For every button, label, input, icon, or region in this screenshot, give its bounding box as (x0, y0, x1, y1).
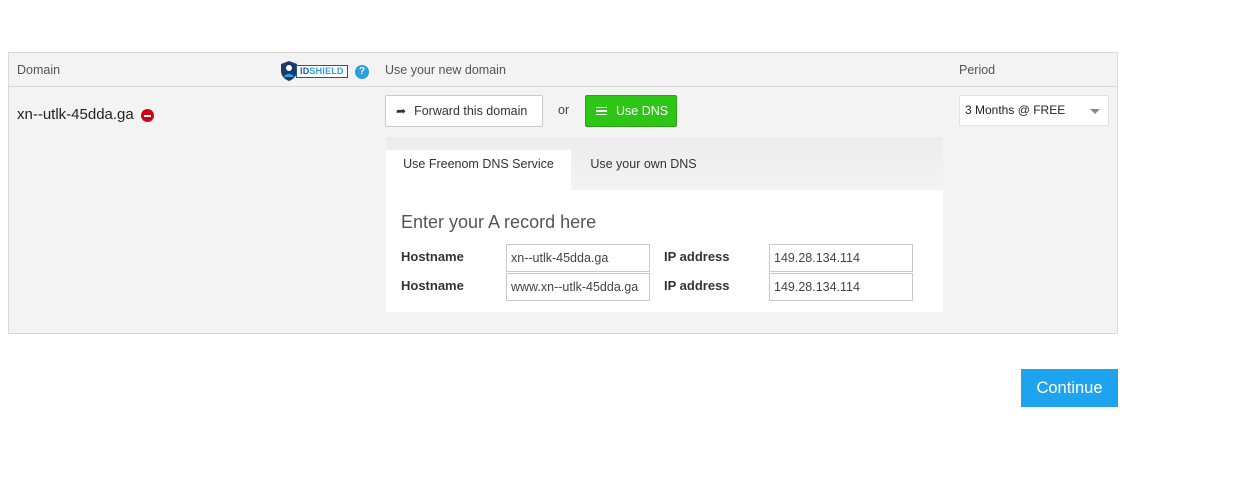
or-text: or (558, 103, 570, 117)
dns-records-box: Enter your A record here Hostname IP add… (386, 190, 943, 312)
tab-freenom-dns[interactable]: Use Freenom DNS Service (386, 150, 571, 191)
ip-address-label: IP address (664, 278, 730, 293)
header-use-new-domain: Use your new domain (385, 63, 506, 77)
continue-button[interactable]: Continue (1021, 369, 1118, 407)
domain-name: xn--utlk-45dda.ga (17, 106, 134, 123)
ip-address-input-1[interactable] (769, 244, 913, 272)
share-forward-icon: ➦ (396, 104, 407, 118)
table-header: Domain IDSHIELD ? Use your new domain Pe… (9, 53, 1117, 87)
dns-records-title: Enter your A record here (401, 212, 597, 232)
tab-own-dns[interactable]: Use your own DNS (571, 150, 716, 179)
idshield-shield-text: SHIELD (309, 65, 344, 76)
period-select[interactable]: 3 Months @ FREE (959, 95, 1109, 126)
use-dns-label: Use DNS (616, 104, 669, 118)
forward-domain-label: Forward this domain (414, 104, 528, 118)
header-domain: Domain (17, 63, 61, 77)
help-icon[interactable]: ? (355, 65, 369, 79)
idshield-id-text: ID (300, 65, 310, 76)
hostname-label: Hostname (401, 249, 464, 264)
list-icon (596, 106, 607, 116)
caret-down-icon (1090, 109, 1100, 114)
hostname-label: Hostname (401, 278, 464, 293)
domain-config-panel: Domain IDSHIELD ? Use your new domain Pe… (8, 52, 1118, 334)
hostname-input-2[interactable] (506, 273, 650, 301)
ip-address-label: IP address (664, 249, 730, 264)
use-dns-button[interactable]: Use DNS (585, 95, 677, 127)
ip-address-input-2[interactable] (769, 273, 913, 301)
header-period: Period (959, 63, 996, 77)
hostname-input-1[interactable] (506, 244, 650, 272)
idshield-logo: IDSHIELD (280, 60, 348, 82)
forward-domain-button[interactable]: ➦ Forward this domain (385, 95, 543, 127)
period-select-value: 3 Months @ FREE (965, 103, 1066, 117)
remove-icon[interactable] (141, 109, 154, 122)
